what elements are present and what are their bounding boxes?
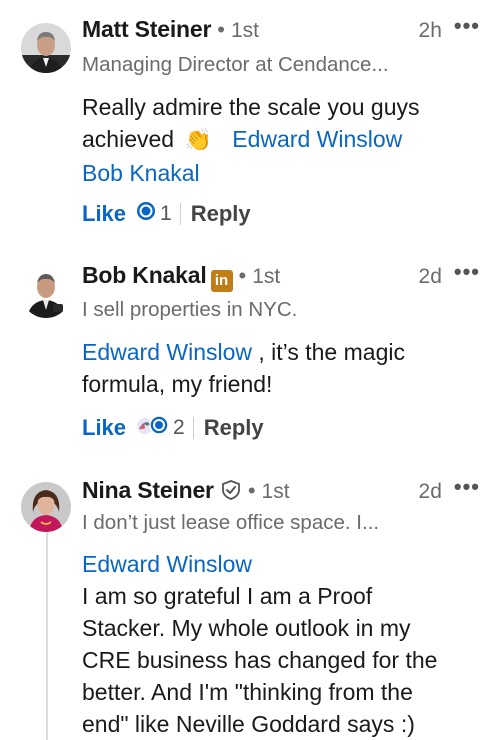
mention-link[interactable]: Edward Winslow (232, 126, 402, 152)
clap-emoji: 👏 (184, 128, 212, 153)
author-headline: I don’t just lease office space. I... (82, 511, 380, 534)
more-icon[interactable]: ••• (454, 474, 480, 500)
body-line: I am so grateful I am a Proof (82, 583, 373, 609)
comment-header: Bob Knakal in • 1st 2d ••• (82, 259, 480, 292)
body-line: Really admire the scale you guys (82, 94, 420, 120)
body-line: formula, my friend! (82, 371, 273, 397)
action-divider (192, 417, 194, 439)
author-headline: Managing Director at Cendance... (82, 53, 389, 76)
avatar[interactable] (21, 23, 71, 73)
linkedin-badge-icon: in (210, 269, 233, 292)
author-headline: I sell properties in NYC. (82, 298, 298, 321)
comment-body: Edward Winslow , it’s the magic formula,… (82, 336, 482, 400)
timestamp: 2d (418, 265, 442, 288)
verified-shield-icon (220, 479, 242, 506)
body-line: end" like Neville Goddard says :) (82, 711, 415, 737)
like-button[interactable]: Like (82, 201, 126, 227)
separator-dot: • (238, 263, 247, 288)
body-line: CRE business has changed for the (82, 647, 438, 673)
body-line: Edward Winslow , it’s the magic (82, 336, 482, 368)
author-name[interactable]: Nina Steiner (82, 477, 214, 504)
mention-link[interactable]: Edward Winslow (82, 548, 482, 580)
connection-degree: 1st (261, 480, 290, 503)
timestamp: 2d (418, 480, 442, 503)
thread-line (46, 522, 48, 740)
separator-dot: • (217, 17, 225, 42)
mention-link[interactable]: Edward Winslow (82, 339, 252, 365)
like-reaction-icon (149, 415, 169, 441)
comment-header: Nina Steiner • 1st 2d ••• (82, 474, 480, 506)
like-button[interactable]: Like (82, 415, 126, 441)
comment-actions: Like 1 Reply (82, 201, 251, 227)
more-icon[interactable]: ••• (454, 13, 480, 39)
connection-degree: 1st (230, 19, 259, 42)
more-icon[interactable]: ••• (454, 259, 480, 285)
comment-actions: Like 2 Reply (82, 415, 264, 441)
separator-dot: • (247, 478, 256, 503)
mention-link[interactable]: Bob Knakal (82, 157, 482, 189)
author-name[interactable]: Bob Knakal (82, 262, 207, 289)
timestamp: 2h (418, 19, 442, 42)
avatar[interactable] (21, 482, 71, 532)
reaction-count: 1 (160, 202, 172, 225)
reaction-count: 2 (173, 416, 185, 439)
reactions-summary[interactable]: 2 (136, 415, 185, 441)
reactions-summary[interactable]: 1 (136, 201, 172, 227)
body-line: Stacker. My whole outlook in my (82, 615, 411, 641)
reply-button[interactable]: Reply (204, 415, 264, 441)
author-name[interactable]: Matt Steiner (82, 16, 211, 43)
comment-body: Edward Winslow I am so grateful I am a P… (82, 548, 482, 740)
connection-degree: 1st (252, 265, 281, 288)
body-line: better. And I'm "thinking from the (82, 679, 413, 705)
body-text: , it’s the magic (252, 339, 405, 365)
action-divider (179, 203, 181, 225)
body-line: achieved 👏 Edward Winslow (82, 123, 482, 157)
comment-header: Matt Steiner • 1st 2h ••• (82, 13, 480, 43)
body-text: achieved (82, 126, 175, 152)
like-reaction-icon (136, 201, 156, 227)
reply-button[interactable]: Reply (191, 201, 251, 227)
comment-body: Really admire the scale you guys achieve… (82, 91, 482, 189)
avatar[interactable] (21, 268, 71, 318)
